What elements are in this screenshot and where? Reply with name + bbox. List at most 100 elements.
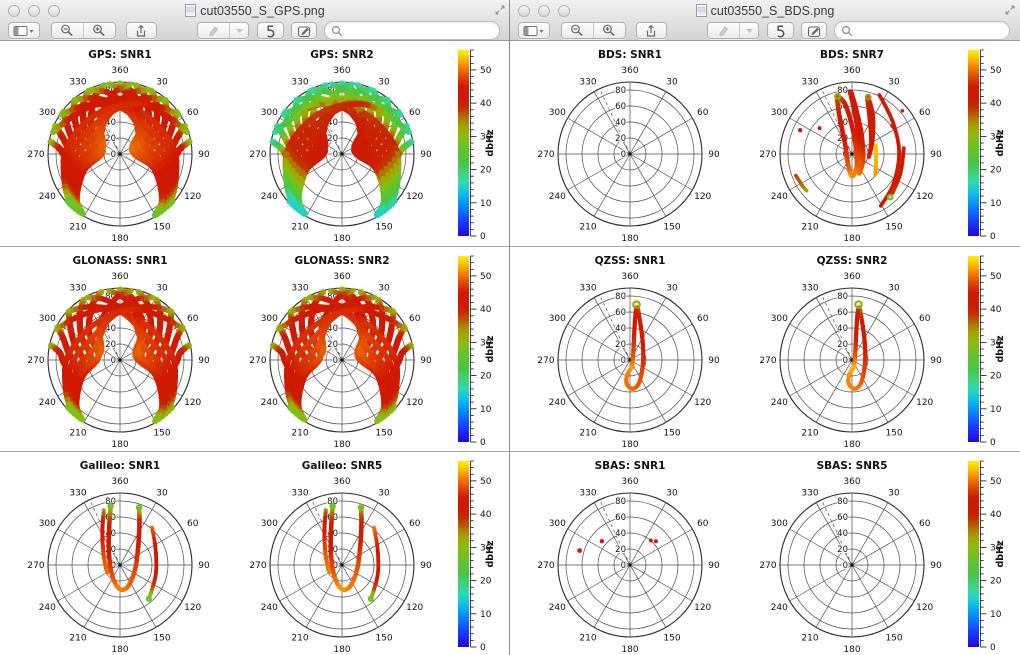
share-button[interactable] <box>636 22 668 39</box>
svg-text:180: 180 <box>333 645 350 655</box>
annotate-menu-button[interactable] <box>229 23 248 38</box>
svg-text:90: 90 <box>930 150 942 160</box>
zoom-out-button[interactable] <box>562 23 593 38</box>
fullscreen-icon[interactable] <box>1005 5 1015 15</box>
colorbar-label: dbHz <box>995 540 1006 568</box>
svg-text:0: 0 <box>111 356 116 366</box>
svg-text:180: 180 <box>111 234 128 244</box>
search-input[interactable] <box>857 23 1003 39</box>
svg-text:270: 270 <box>537 150 554 160</box>
search-field[interactable] <box>324 21 500 40</box>
annotate-button[interactable] <box>198 23 229 38</box>
zoom-in-button[interactable] <box>83 23 115 38</box>
svg-text:240: 240 <box>39 192 56 202</box>
svg-text:30: 30 <box>666 283 678 293</box>
svg-text:210: 210 <box>579 223 596 233</box>
svg-text:60: 60 <box>409 108 421 118</box>
search-field[interactable] <box>834 21 1010 40</box>
svg-text:330: 330 <box>579 77 596 87</box>
svg-text:10: 10 <box>480 199 492 209</box>
skyplot-row: 3603060901201501802102402703003300204060… <box>0 247 510 451</box>
svg-text:330: 330 <box>801 488 818 498</box>
share-icon <box>644 24 658 38</box>
skyplot-bds-snr1: 3603060901201501802102402703003300204060… <box>537 49 720 244</box>
view-menu-button[interactable] <box>8 22 40 39</box>
svg-text:60: 60 <box>187 519 199 529</box>
svg-text:300: 300 <box>771 519 788 529</box>
svg-text:90: 90 <box>708 561 720 571</box>
svg-text:20: 20 <box>615 340 626 350</box>
svg-text:80: 80 <box>837 292 848 302</box>
annotate-button[interactable] <box>708 23 739 38</box>
toolbar <box>0 21 510 40</box>
image-panel-row: 3603060901201501802102402703003300204060… <box>0 41 510 246</box>
rotate-left-button[interactable] <box>767 22 793 39</box>
svg-text:150: 150 <box>153 634 170 644</box>
svg-text:0: 0 <box>333 356 338 366</box>
close-button[interactable] <box>8 5 20 17</box>
svg-text:90: 90 <box>420 356 432 366</box>
zoom-out-icon <box>570 24 585 37</box>
markup-toolbar-button[interactable] <box>291 22 317 39</box>
svg-text:270: 270 <box>537 561 554 571</box>
svg-text:60: 60 <box>615 308 626 318</box>
image-panel-row: 3603060901201501802102402703003300204060… <box>510 41 1020 246</box>
annotate-menu-button[interactable] <box>739 23 758 38</box>
markup-toolbar-button[interactable] <box>801 22 827 39</box>
zoom-window-button[interactable] <box>48 5 60 17</box>
svg-text:60: 60 <box>697 108 709 118</box>
view-menu-button[interactable] <box>518 22 550 39</box>
titlebar[interactable]: cut03550_S_GPS.png <box>0 0 510 21</box>
svg-text:150: 150 <box>885 634 902 644</box>
plot-title: SBAS: SNR1 <box>595 460 666 472</box>
minimize-button[interactable] <box>28 5 40 17</box>
svg-text:330: 330 <box>579 488 596 498</box>
colorbar: 01020304050dbHz <box>458 50 496 242</box>
svg-text:330: 330 <box>291 488 308 498</box>
svg-text:300: 300 <box>39 108 56 118</box>
svg-text:300: 300 <box>771 314 788 324</box>
minimize-button[interactable] <box>538 5 550 17</box>
svg-text:60: 60 <box>697 314 709 324</box>
image-panel-row: 3603060901201501802102402703003300204060… <box>0 451 510 655</box>
titlebar[interactable]: cut03550_S_BDS.png <box>510 0 1020 21</box>
svg-text:120: 120 <box>694 192 711 202</box>
svg-text:150: 150 <box>153 429 170 439</box>
toolbar <box>510 21 1020 40</box>
share-button[interactable] <box>126 22 158 39</box>
svg-text:30: 30 <box>156 488 168 498</box>
svg-text:60: 60 <box>919 314 931 324</box>
svg-text:20: 20 <box>327 340 338 350</box>
svg-text:150: 150 <box>663 429 680 439</box>
svg-text:20: 20 <box>837 545 848 555</box>
svg-text:60: 60 <box>837 308 848 318</box>
svg-text:240: 240 <box>771 192 788 202</box>
svg-text:0: 0 <box>990 232 996 242</box>
svg-text:40: 40 <box>837 324 848 334</box>
traffic-lights <box>8 5 60 17</box>
image-panel-row: 3603060901201501802102402703003300204060… <box>0 246 510 451</box>
svg-text:20: 20 <box>327 134 338 144</box>
svg-text:240: 240 <box>261 603 278 613</box>
svg-text:50: 50 <box>480 272 492 282</box>
zoom-out-button[interactable] <box>52 23 83 38</box>
svg-text:120: 120 <box>916 398 933 408</box>
window-chrome: cut03550_S_GPS.png <box>0 0 510 41</box>
search-icon <box>841 25 853 37</box>
svg-text:270: 270 <box>759 150 776 160</box>
zoom-window-button[interactable] <box>558 5 570 17</box>
svg-text:300: 300 <box>549 314 566 324</box>
rotate-left-button[interactable] <box>257 22 283 39</box>
svg-text:0: 0 <box>843 561 848 571</box>
svg-text:10: 10 <box>480 405 492 415</box>
close-button[interactable] <box>518 5 530 17</box>
skyplot-gps-snr2: 3603060901201501802102402703003300204060… <box>249 49 432 244</box>
svg-text:30: 30 <box>156 77 168 87</box>
annotate-button-group <box>707 22 759 39</box>
colorbar-label: dbHz <box>485 540 496 568</box>
svg-text:360: 360 <box>111 477 128 487</box>
search-input[interactable] <box>347 23 493 39</box>
fullscreen-icon[interactable] <box>495 5 505 15</box>
zoom-in-button[interactable] <box>593 23 625 38</box>
skyplot-sbas-snr5: 3603060901201501802102402703003300204060… <box>759 460 942 655</box>
